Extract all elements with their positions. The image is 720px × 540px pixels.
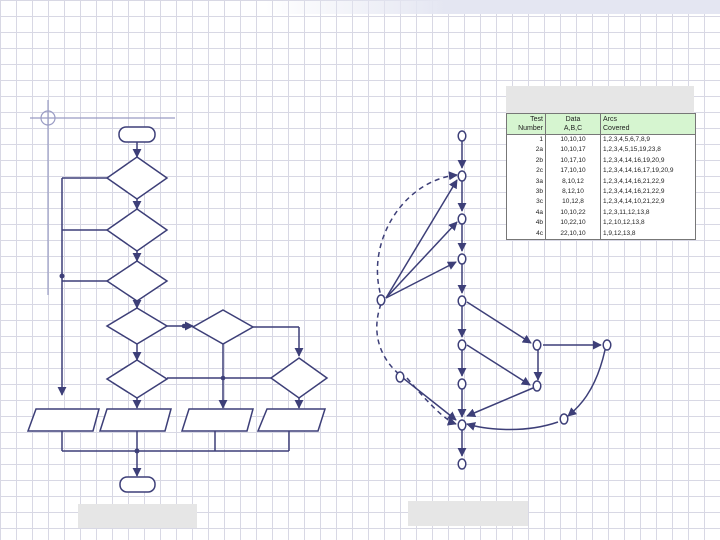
flowchart-end-terminal xyxy=(119,476,156,493)
table-row: 3b 8,12,10 1,2,3,4,14,16,21,22,9 xyxy=(506,187,696,198)
cell-data: 8,12,10 xyxy=(545,187,601,198)
cell-arcs: 1,2,3,4,5,15,19,23,8 xyxy=(600,145,696,156)
graph-node xyxy=(376,294,386,306)
graph-node xyxy=(457,253,467,265)
graph-node xyxy=(559,413,569,425)
graph-edge xyxy=(466,421,559,431)
table-row: 3a 8,10,12 1,2,3,4,14,16,21,22,9 xyxy=(506,176,696,188)
flowchart-decision xyxy=(105,260,169,302)
test-case-table: Test Number Data A,B,C Arcs Covered 1 10,… xyxy=(506,113,696,241)
table-row: 4b 10,22,10 1,2,10,12,13,8 xyxy=(506,218,696,229)
table-row: 4c 22,10,10 1,9,12,13,8 xyxy=(506,228,696,241)
cell-test: 4b xyxy=(506,218,546,229)
cell-data: 10,10,17 xyxy=(545,145,601,156)
cell-arcs: 1,2,10,12,13,8 xyxy=(600,218,696,229)
cell-data: 10,10,22 xyxy=(545,207,601,219)
cell-arcs: 1,2,3,4,14,16,21,22,9 xyxy=(600,187,696,198)
col-header-arcs: Arcs Covered xyxy=(600,113,696,135)
graph-edge xyxy=(466,344,531,386)
graph-edge xyxy=(466,301,532,344)
cell-arcs: 1,2,3,4,5,6,7,8,9 xyxy=(600,134,696,146)
graph-node xyxy=(457,213,467,225)
flowchart-output xyxy=(98,408,172,432)
test-case-panel: Test Number Data A,B,C Arcs Covered 1 10,… xyxy=(506,86,696,241)
cell-data: 10,10,10 xyxy=(545,134,601,146)
graph-node xyxy=(457,419,467,431)
flowchart-decision xyxy=(269,357,329,399)
cell-data: 10,22,10 xyxy=(545,218,601,229)
graph-node xyxy=(457,339,467,351)
graph-node xyxy=(457,130,467,142)
graph-node xyxy=(532,339,542,351)
flowchart-decision xyxy=(191,309,255,345)
col-header-arcs-line1: Arcs xyxy=(603,116,617,123)
table-row: 1 10,10,10 1,2,3,4,5,6,7,8,9 xyxy=(506,134,696,146)
cell-test: 4a xyxy=(506,207,546,219)
flowchart-output xyxy=(256,408,327,432)
graph-edge xyxy=(402,377,457,421)
flowchart-junction xyxy=(134,448,140,454)
cell-test: 2b xyxy=(506,155,546,167)
graph-node xyxy=(602,339,612,351)
graph-node xyxy=(457,170,467,182)
graph-back-edge xyxy=(376,303,401,376)
col-header-data-line1: Data xyxy=(565,116,581,123)
table-row: 4a 10,10,22 1,2,3,11,12,13,8 xyxy=(506,207,696,219)
graph-node xyxy=(532,380,542,392)
cell-test: 1 xyxy=(506,134,546,146)
cell-test: 3a xyxy=(506,176,546,188)
diagrams-canvas xyxy=(26,100,612,493)
flowchart-output xyxy=(180,408,254,432)
table-header-row: Test Number Data A,B,C Arcs Covered xyxy=(506,113,696,135)
table-row: 2b 10,17,10 1,2,3,4,14,16,19,20,9 xyxy=(506,155,696,167)
flowchart-decision xyxy=(105,156,169,200)
cell-arcs: 1,9,12,13,8 xyxy=(600,228,696,241)
flowchart-decision xyxy=(105,208,169,252)
cell-arcs: 1,2,3,4,14,16,19,20,9 xyxy=(600,155,696,167)
flowchart-output xyxy=(26,408,100,432)
graph-edge xyxy=(466,387,534,417)
col-header-data-line2: A,B,C xyxy=(563,125,583,132)
flowchart-junction xyxy=(181,323,187,329)
graph-edge xyxy=(567,349,606,417)
cell-test: 3c xyxy=(506,197,546,208)
cell-test: 3b xyxy=(506,187,546,198)
cell-data: 8,10,12 xyxy=(545,176,601,188)
flowchart-decision xyxy=(105,307,169,345)
flowchart xyxy=(26,126,329,493)
flowchart-start-terminal xyxy=(118,126,156,143)
flowchart-junction xyxy=(59,273,65,279)
graph-node xyxy=(457,378,467,390)
cell-arcs: 1,2,3,4,14,16,17,19,20,9 xyxy=(600,166,696,177)
table-row: 2a 10,10,17 1,2,3,4,5,15,19,23,8 xyxy=(506,145,696,156)
cell-test: 2a xyxy=(506,145,546,156)
cell-data: 22,10,10 xyxy=(545,228,601,241)
cell-arcs: 1,2,3,4,14,10,21,22,9 xyxy=(600,197,696,208)
cell-arcs: 1,2,3,4,14,16,21,22,9 xyxy=(600,176,696,188)
col-header-test-line1: Test xyxy=(530,116,543,123)
col-header-data: Data A,B,C xyxy=(545,113,601,135)
graph-node xyxy=(457,458,467,470)
cell-test: 2c xyxy=(506,166,546,177)
col-header-test-line2: Number xyxy=(518,125,543,132)
cell-data: 10,12,8 xyxy=(545,197,601,208)
cell-arcs: 1,2,3,11,12,13,8 xyxy=(600,207,696,219)
flowchart-decision xyxy=(105,359,169,399)
cell-data: 10,17,10 xyxy=(545,155,601,167)
col-header-test: Test Number xyxy=(506,113,546,135)
graph-edge xyxy=(385,221,458,299)
table-row: 3c 10,12,8 1,2,3,4,14,10,21,22,9 xyxy=(506,197,696,208)
graph-node xyxy=(395,371,405,383)
cell-test: 4c xyxy=(506,228,546,241)
cell-data: 17,10,10 xyxy=(545,166,601,177)
table-caption-band xyxy=(506,86,694,113)
table-row: 2c 17,10,10 1,2,3,4,14,16,17,19,20,9 xyxy=(506,166,696,177)
graph-node xyxy=(457,295,467,307)
col-header-arcs-line2: Covered xyxy=(603,125,630,132)
